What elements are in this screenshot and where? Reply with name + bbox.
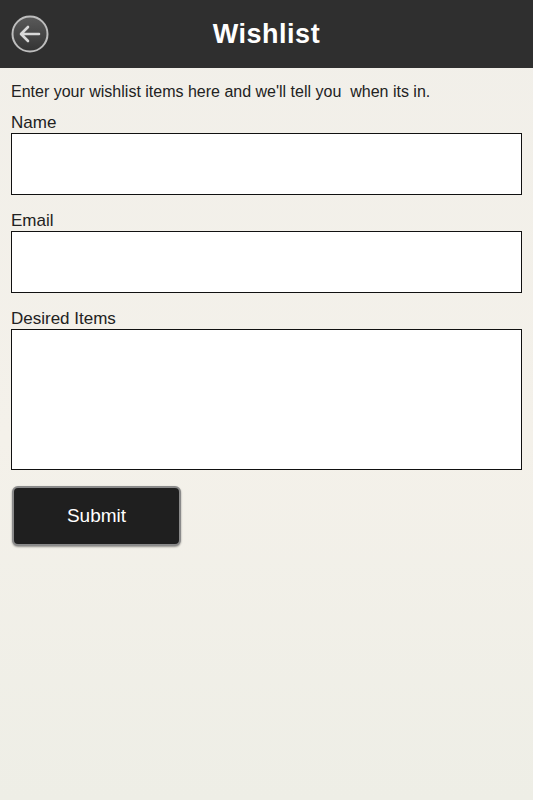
wishlist-form: Enter your wishlist items here and we'll… [0, 68, 533, 566]
field-input[interactable] [11, 133, 522, 195]
form-field: Name [11, 113, 522, 195]
page-title: Wishlist [64, 19, 469, 50]
form-field: Desired Items [11, 309, 522, 470]
back-button[interactable] [10, 14, 50, 54]
wishlist-page: Wishlist Enter your wishlist items here a… [0, 0, 533, 800]
field-label: Email [11, 211, 522, 231]
field-label: Name [11, 113, 522, 133]
form-field: Email [11, 211, 522, 293]
intro-text: Enter your wishlist items here and we'll… [11, 81, 522, 103]
submit-button[interactable]: Submit [12, 486, 181, 546]
header-bar: Wishlist [0, 0, 533, 68]
field-textarea[interactable] [11, 329, 522, 470]
back-arrow-icon [11, 15, 49, 53]
field-label: Desired Items [11, 309, 522, 329]
field-input[interactable] [11, 231, 522, 293]
